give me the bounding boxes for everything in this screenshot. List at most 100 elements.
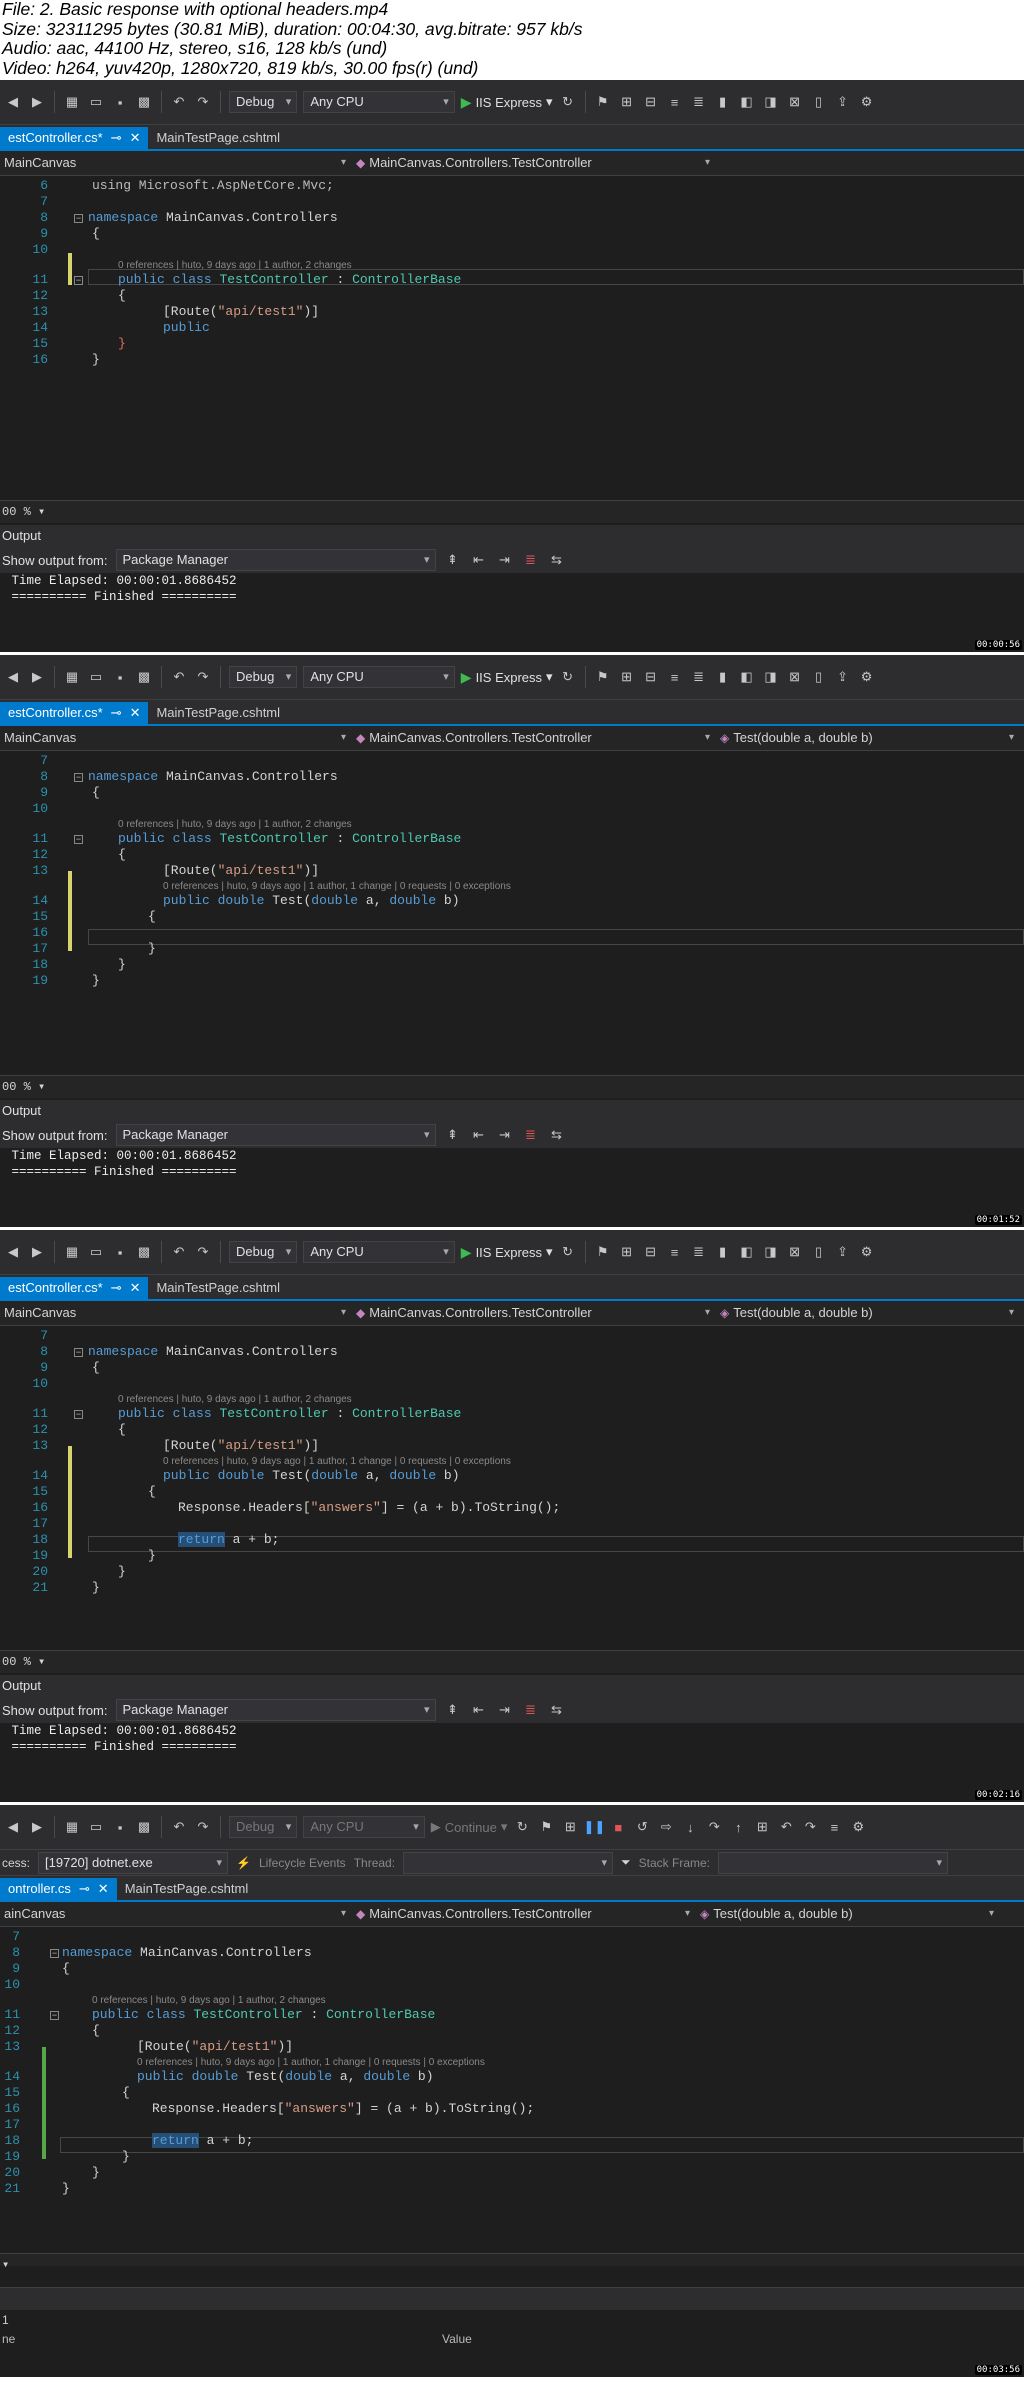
refresh-icon[interactable]: ↻	[559, 668, 577, 686]
toolbar-icon-b[interactable]: ⊟	[642, 93, 660, 111]
browser-link-icon[interactable]: ⚑	[594, 1243, 612, 1261]
settings-icon[interactable]: ⚙	[849, 1818, 867, 1836]
show-next-statement-icon[interactable]: ⇨	[657, 1818, 675, 1836]
run-button[interactable]: ▶ IIS Express ▾	[461, 1244, 553, 1261]
outdent-icon[interactable]: ≣	[690, 668, 708, 686]
back-icon[interactable]: ◀	[4, 93, 22, 111]
pin-icon[interactable]: ⊸	[111, 702, 122, 724]
clear-all-icon[interactable]: ≣	[522, 1701, 540, 1719]
lifecycle-events[interactable]: Lifecycle Events	[259, 1856, 346, 1870]
undo-icon[interactable]: ↶	[170, 1818, 188, 1836]
class-dropdown[interactable]: ◆ MainCanvas.Controllers.TestController ▾	[352, 726, 716, 750]
project-dropdown[interactable]: MainCanvas ▾	[0, 726, 352, 750]
bookmark-next-icon[interactable]: ◨	[762, 668, 780, 686]
back-icon[interactable]: ◀	[4, 1243, 22, 1261]
undo-icon[interactable]: ↶	[170, 668, 188, 686]
tab-main-test-page[interactable]: MainTestPage.cshtml	[117, 1878, 257, 1900]
open-folder-icon[interactable]: ▭	[87, 1818, 105, 1836]
project-dropdown[interactable]: ainCanvas ▾	[0, 1902, 352, 1926]
tab-test-controller[interactable]: ontroller.cs ⊸ ✕	[0, 1878, 117, 1900]
tab-main-test-page[interactable]: MainTestPage.cshtml	[148, 702, 288, 724]
tab-main-test-page[interactable]: MainTestPage.cshtml	[148, 1277, 288, 1299]
bookmark-icon[interactable]: ▮	[714, 1243, 732, 1261]
restart-icon[interactable]: ↺	[633, 1818, 651, 1836]
indent-icon[interactable]: ≡	[666, 1243, 684, 1261]
find-icon[interactable]: ⇞	[444, 551, 462, 569]
bookmark-prev-icon[interactable]: ◧	[738, 93, 756, 111]
save-icon[interactable]: ▪	[111, 1243, 129, 1261]
refresh-icon[interactable]: ↻	[559, 1243, 577, 1261]
find-icon[interactable]: ⇞	[444, 1126, 462, 1144]
next-icon[interactable]: ⇥	[496, 1126, 514, 1144]
word-wrap-icon[interactable]: ⇆	[548, 551, 566, 569]
toolbar-icon-a[interactable]: ⊞	[618, 668, 636, 686]
forward-icon[interactable]: ▶	[28, 1243, 46, 1261]
configuration-select[interactable]: Debug	[229, 91, 298, 113]
outdent-icon[interactable]: ≣	[690, 1243, 708, 1261]
publish-icon[interactable]: ⇪	[834, 93, 852, 111]
platform-select[interactable]: Any CPU	[303, 1816, 425, 1838]
undo-icon[interactable]: ↶	[170, 93, 188, 111]
toolbar-icon-b[interactable]: ⊟	[642, 668, 660, 686]
bookmark-next-icon[interactable]: ◨	[762, 93, 780, 111]
toolbar-icon-a[interactable]: ⊞	[561, 1818, 579, 1836]
next-icon[interactable]: ⇥	[496, 551, 514, 569]
class-dropdown[interactable]: ◆ MainCanvas.Controllers.TestController ▾	[352, 151, 716, 175]
bookmark-icon[interactable]: ▮	[714, 93, 732, 111]
comment-icon[interactable]: ▯	[810, 1243, 828, 1261]
pin-icon[interactable]: ⊸	[111, 127, 122, 149]
pause-icon[interactable]: ❚❚	[583, 1818, 605, 1836]
save-all-icon[interactable]: ▩	[135, 668, 153, 686]
code-editor[interactable]: 6 using Microsoft.AspNetCore.Mvc; 7 8− nam…	[0, 176, 1024, 523]
undo-icon[interactable]: ↶	[170, 1243, 188, 1261]
method-dropdown[interactable]: ◈ Test(double a, double b) ▾	[696, 1902, 1000, 1926]
redo-icon-2[interactable]: ↷	[801, 1818, 819, 1836]
project-dropdown[interactable]: MainCanvas ▾	[0, 151, 352, 175]
save-all-icon[interactable]: ▩	[135, 1243, 153, 1261]
comment-icon[interactable]: ▯	[810, 668, 828, 686]
browser-link-icon[interactable]: ⚑	[594, 668, 612, 686]
configuration-select[interactable]: Debug	[229, 1241, 298, 1263]
stack-frame-select[interactable]	[718, 1851, 949, 1874]
run-button[interactable]: ▶ IIS Express ▾	[461, 669, 553, 686]
comment-icon[interactable]: ▯	[810, 93, 828, 111]
bookmark-clear-icon[interactable]: ⊠	[786, 93, 804, 111]
redo-icon[interactable]: ↷	[194, 1818, 212, 1836]
step-over-icon[interactable]: ↷	[705, 1818, 723, 1836]
bookmark-icon[interactable]: ▮	[714, 668, 732, 686]
fold-toggle[interactable]: −	[74, 214, 83, 223]
method-dropdown[interactable]: ◈ Test(double a, double b) ▾	[716, 1301, 1020, 1325]
publish-icon[interactable]: ⇪	[834, 668, 852, 686]
output-source-select[interactable]: Package Manager	[115, 549, 436, 571]
save-all-icon[interactable]: ▩	[135, 93, 153, 111]
refresh-icon[interactable]: ↻	[513, 1818, 531, 1836]
close-icon[interactable]: ✕	[130, 1277, 141, 1299]
indent-icon[interactable]: ≡	[825, 1818, 843, 1836]
word-wrap-icon[interactable]: ⇆	[548, 1701, 566, 1719]
save-all-icon[interactable]: ▩	[135, 1818, 153, 1836]
thread-select[interactable]	[403, 1851, 614, 1874]
forward-icon[interactable]: ▶	[28, 668, 46, 686]
save-icon[interactable]: ▪	[111, 93, 129, 111]
process-select[interactable]: [19720] dotnet.exe	[38, 1851, 229, 1874]
indent-icon[interactable]: ≡	[666, 668, 684, 686]
method-dropdown[interactable]: ◈ Test(double a, double b) ▾	[716, 726, 1020, 750]
name-column-header[interactable]: ne	[0, 2330, 442, 2348]
platform-select[interactable]: Any CPU	[303, 666, 455, 688]
zoom-level[interactable]: 00 % ▾	[0, 500, 1024, 523]
bookmark-clear-icon[interactable]: ⊠	[786, 668, 804, 686]
indent-icon[interactable]: ≡	[666, 93, 684, 111]
bookmark-next-icon[interactable]: ◨	[762, 1243, 780, 1261]
output-source-select[interactable]: Package Manager	[115, 1124, 436, 1146]
toolbar-icon-b[interactable]: ⊟	[642, 1243, 660, 1261]
toolbar-icon-a[interactable]: ⊞	[618, 1243, 636, 1261]
code-editor[interactable]: 7 8− namespace MainCanvas.Controllers 9{ …	[0, 1326, 1024, 1673]
code-editor[interactable]: 7 8− namespace MainCanvas.Controllers 9{ …	[0, 1927, 1024, 2272]
clear-all-icon[interactable]: ≣	[522, 551, 540, 569]
clear-all-icon[interactable]: ≣	[522, 1126, 540, 1144]
platform-select[interactable]: Any CPU	[303, 1241, 455, 1263]
outdent-icon[interactable]: ≣	[690, 93, 708, 111]
forward-icon[interactable]: ▶	[28, 1818, 46, 1836]
new-project-icon[interactable]: ▦	[63, 93, 81, 111]
project-dropdown[interactable]: MainCanvas ▾	[0, 1301, 352, 1325]
